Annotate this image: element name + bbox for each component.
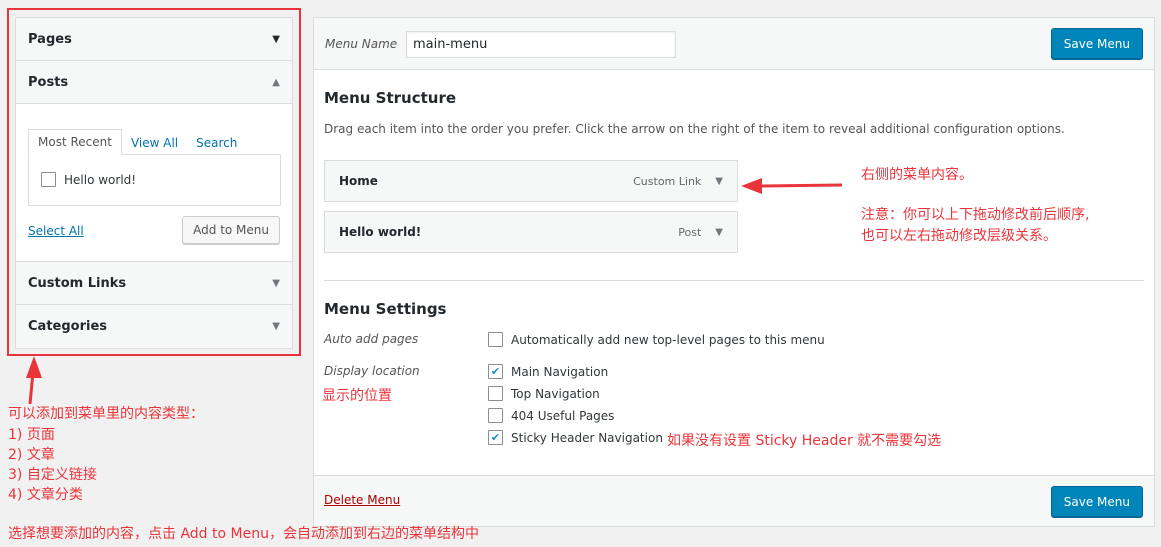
location-label: Main Navigation xyxy=(511,364,609,379)
section-categories-title: Categories xyxy=(28,319,108,334)
section-custom-links[interactable]: Custom Links ▼ xyxy=(16,262,292,305)
posts-section-body: Most Recent View All Search Hello world!… xyxy=(16,104,292,262)
post-item-row[interactable]: Hello world! xyxy=(41,172,136,187)
arrow-to-accordion xyxy=(26,356,42,405)
section-divider xyxy=(324,280,1144,281)
section-categories[interactable]: Categories ▼ xyxy=(16,305,292,348)
menu-name-label: Menu Name xyxy=(325,37,398,51)
save-menu-button-top[interactable]: Save Menu xyxy=(1050,28,1143,59)
location-label: 404 Useful Pages xyxy=(511,408,615,423)
posts-tab-panel: Hello world! xyxy=(28,154,281,206)
location-checkbox[interactable] xyxy=(488,386,503,401)
tab-most-recent[interactable]: Most Recent xyxy=(28,129,122,155)
location-checkbox-checked[interactable]: ✔ xyxy=(488,430,503,445)
annotation-display-position: 显示的位置 xyxy=(322,388,392,404)
annotation-content-type: 1) 页面 xyxy=(8,427,55,443)
add-to-menu-button[interactable]: Add to Menu xyxy=(182,216,280,244)
display-location-label: Display location xyxy=(324,364,420,378)
caret-down-icon[interactable]: ▼ xyxy=(272,321,280,332)
annotation-content-type: 2) 文章 xyxy=(8,447,55,463)
auto-add-option-label: Automatically add new top-level pages to… xyxy=(511,332,825,347)
annotation-menu-content: 右侧的菜单内容。 xyxy=(861,167,973,183)
menu-item-type: Post xyxy=(678,225,702,239)
section-pages-title: Pages xyxy=(28,31,72,47)
menu-item-title: Hello world! xyxy=(339,225,422,239)
menu-structure-title: Menu Structure xyxy=(324,89,457,107)
tab-search[interactable]: Search xyxy=(187,131,246,155)
menu-structure-description: Drag each item into the order you prefer… xyxy=(324,122,1065,136)
menu-item-home[interactable]: Home Custom Link ▼ xyxy=(324,160,738,202)
section-posts-title: Posts xyxy=(28,74,69,90)
menu-item-type: Custom Link xyxy=(633,174,702,188)
location-label: Sticky Header Navigation xyxy=(511,430,663,445)
annotation-sticky-note: 如果没有设置 Sticky Header 就不需要勾选 xyxy=(667,433,942,449)
location-main-navigation[interactable]: ✔ Main Navigation xyxy=(488,364,608,379)
tab-view-all[interactable]: View All xyxy=(122,131,187,155)
location-label: Top Navigation xyxy=(511,386,600,401)
annotation-content-types-title: 可以添加到菜单里的内容类型： xyxy=(8,406,204,422)
post-item-checkbox[interactable] xyxy=(41,172,56,187)
expand-arrow-icon[interactable]: ▼ xyxy=(715,227,723,238)
add-menu-items-accordion: Pages ▼ Posts ▲ Most Recent View All Sea… xyxy=(15,17,293,349)
post-item-label: Hello world! xyxy=(64,172,137,187)
annotation-bottom-instruction: 选择想要添加的内容，点击 Add to Menu，会自动添加到右边的菜单结构中 xyxy=(8,526,479,542)
menu-header: Menu Name Save Menu xyxy=(314,18,1154,70)
section-custom-links-title: Custom Links xyxy=(28,275,127,291)
location-checkbox[interactable] xyxy=(488,408,503,423)
menu-item-hello-world[interactable]: Hello world! Post ▼ xyxy=(324,211,738,253)
annotation-content-type: 3) 自定义链接 xyxy=(8,467,97,483)
delete-menu-link[interactable]: Delete Menu xyxy=(324,493,400,507)
menu-settings-title: Menu Settings xyxy=(324,300,447,318)
menu-item-title: Home xyxy=(339,174,378,188)
location-top-navigation[interactable]: Top Navigation xyxy=(488,386,600,401)
annotation-note-line1: 注意：你可以上下拖动修改前后顺序, xyxy=(861,207,1090,223)
menu-name-input[interactable] xyxy=(406,31,676,58)
section-posts[interactable]: Posts ▲ xyxy=(16,61,292,104)
auto-add-pages-label: Auto add pages xyxy=(324,332,419,346)
menu-footer: Delete Menu Save Menu xyxy=(314,475,1154,526)
auto-add-checkbox[interactable] xyxy=(488,332,503,347)
location-404-useful-pages[interactable]: 404 Useful Pages xyxy=(488,408,614,423)
save-menu-button-bottom[interactable]: Save Menu xyxy=(1050,486,1143,517)
annotation-content-type: 4) 文章分类 xyxy=(8,487,83,503)
caret-down-icon[interactable]: ▼ xyxy=(272,34,280,45)
section-pages[interactable]: Pages ▼ xyxy=(16,18,292,61)
caret-down-icon[interactable]: ▼ xyxy=(272,278,280,289)
posts-tabs: Most Recent View All Search xyxy=(28,129,246,155)
auto-add-option[interactable]: Automatically add new top-level pages to… xyxy=(488,332,825,347)
expand-arrow-icon[interactable]: ▼ xyxy=(715,176,723,187)
annotation-note-line2: 也可以左右拖动修改层级关系。 xyxy=(861,228,1057,244)
location-sticky-header-navigation[interactable]: ✔ Sticky Header Navigation xyxy=(488,430,663,445)
location-checkbox-checked[interactable]: ✔ xyxy=(488,364,503,379)
caret-up-icon[interactable]: ▲ xyxy=(272,77,280,88)
select-all-link[interactable]: Select All xyxy=(28,224,84,238)
